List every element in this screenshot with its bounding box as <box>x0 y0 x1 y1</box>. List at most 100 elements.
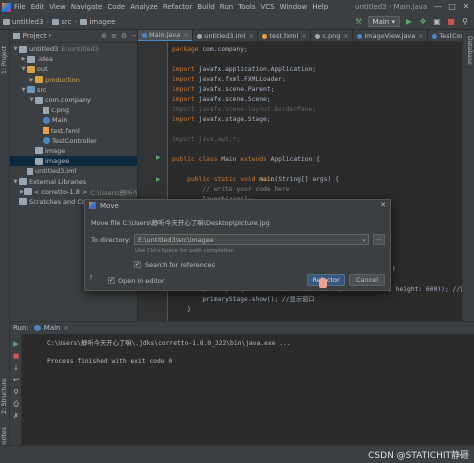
tree-item[interactable]: image <box>10 146 137 156</box>
chevron-down-icon[interactable]: ▼ <box>20 66 27 72</box>
menu-item-edit[interactable]: Edit <box>31 3 45 11</box>
menu-item-refactor[interactable]: Refactor <box>163 3 192 11</box>
scroll-to-end-icon[interactable]: ↓ <box>12 364 20 372</box>
chevron-down-icon[interactable]: ▼ <box>28 97 35 103</box>
browse-button[interactable]: … <box>373 234 385 245</box>
close-tab-icon[interactable]: × <box>248 33 253 40</box>
search-references-checkbox[interactable]: ✓ <box>134 261 141 268</box>
chevron-right-icon[interactable]: ▶ <box>28 77 35 83</box>
print-icon[interactable]: ⎙ <box>12 400 20 408</box>
menu-item-vcs[interactable]: VCS <box>260 3 274 11</box>
run-icon[interactable]: ▶ <box>404 17 414 27</box>
close-icon[interactable]: ✕ <box>380 201 386 209</box>
java-class-icon <box>33 325 41 331</box>
close-tab-icon[interactable]: × <box>343 33 348 40</box>
search-references-label[interactable]: Search for references <box>145 261 215 269</box>
project-panel-title[interactable]: Project <box>23 32 47 40</box>
chevron-down-icon[interactable]: ▼ <box>12 46 19 52</box>
tree-item[interactable]: ▶ .idea <box>10 54 137 64</box>
hide-panel-icon[interactable]: − <box>131 32 137 40</box>
chevron-down-icon[interactable]: ▼ <box>20 87 27 93</box>
open-in-editor-label[interactable]: Open in editor <box>118 277 165 285</box>
project-tool-tab[interactable]: 1: Project <box>1 34 9 74</box>
pin-icon[interactable]: ⚲ <box>12 388 20 396</box>
editor-tab[interactable]: test.fxml × <box>258 30 312 41</box>
menu-item-help[interactable]: Help <box>312 3 328 11</box>
chevron-down-icon[interactable]: ▼ <box>12 179 19 185</box>
run-class-gutter-icon[interactable]: ▶ <box>156 154 161 161</box>
breadcrumb-item[interactable]: untitled3 <box>12 18 43 26</box>
file-type-icon <box>432 33 438 39</box>
run-config-tab[interactable]: Main <box>44 324 61 332</box>
tree-item[interactable]: Main <box>10 115 137 125</box>
tree-item[interactable]: ▼ External Libraries <box>10 176 137 186</box>
tree-item[interactable]: ▶< corretto-1.8 >C:\Users\静听今天开心 <box>10 187 137 197</box>
editor-tab[interactable]: c.png × <box>311 30 354 41</box>
tree-item[interactable]: TestController <box>10 136 137 146</box>
rerun-icon[interactable]: ▶ <box>12 340 20 348</box>
maximize-icon[interactable]: □ <box>445 0 459 14</box>
tree-item-path: E:\untitled3 <box>61 45 99 54</box>
tree-item[interactable]: ▶ production <box>10 75 137 85</box>
search-icon[interactable]: ⚲ <box>460 17 470 27</box>
close-tab-icon[interactable]: × <box>183 32 188 39</box>
run-main-gutter-icon[interactable]: ▶ <box>156 176 161 183</box>
editor-tab[interactable]: Main.java × <box>138 30 194 41</box>
directory-input[interactable]: E:\untitled3\src\imagee ▾ <box>134 234 369 245</box>
build-hammer-icon[interactable]: ⚒ <box>354 17 364 27</box>
close-tab-icon[interactable]: × <box>301 33 306 40</box>
menu-item-file[interactable]: File <box>14 3 26 11</box>
gear-icon[interactable]: ⚙ <box>121 32 127 40</box>
coverage-icon[interactable]: ▣ <box>432 17 442 27</box>
chevron-right-icon[interactable]: ▶ <box>20 56 27 62</box>
code-text: import javafx.fxml.FXMLLoader; <box>172 76 286 83</box>
open-in-editor-checkbox[interactable]: ✓ <box>108 277 115 284</box>
debug-icon[interactable]: ❖ <box>418 17 428 27</box>
menu-item-window[interactable]: Window <box>280 3 308 11</box>
database-tool-tab[interactable]: Database <box>465 36 473 76</box>
chevron-down-icon[interactable]: ▾ <box>362 237 365 244</box>
breadcrumb-item[interactable]: src <box>61 18 71 26</box>
stop-icon[interactable]: ■ <box>12 352 20 360</box>
editor-tab[interactable]: ImageView.java × <box>353 30 429 41</box>
run-configuration-select[interactable]: Main ▾ <box>367 16 400 27</box>
menu-item-build[interactable]: Build <box>197 3 215 11</box>
stop-icon[interactable]: ■ <box>446 17 456 27</box>
chevron-down-icon[interactable]: ▾ <box>49 33 52 39</box>
cancel-button[interactable]: Cancel <box>349 274 385 286</box>
tree-item[interactable]: test.fxml <box>10 126 137 136</box>
minimize-icon[interactable]: — <box>431 0 445 14</box>
editor-tab[interactable]: untitled3.iml × <box>193 30 259 41</box>
close-window-icon[interactable]: ✕ <box>459 0 473 14</box>
menu-item-navigate[interactable]: Navigate <box>71 3 102 11</box>
tree-item-label: TestController <box>52 136 97 145</box>
wrap-icon[interactable]: ↩ <box>12 376 20 384</box>
code-text: import javafx.application.Application; <box>172 66 316 73</box>
tree-item[interactable]: untitled3.iml <box>10 166 137 176</box>
code-token: javafx.application.Application; <box>194 66 317 73</box>
tree-item[interactable]: ▼ src <box>10 85 137 95</box>
close-run-tab-icon[interactable]: ✕ <box>64 325 69 332</box>
structure-tool-tab[interactable]: 2: Structure <box>1 370 9 414</box>
breadcrumb-item[interactable]: imagee <box>89 18 115 26</box>
directory-label: To directory: <box>91 236 131 244</box>
collapse-all-icon[interactable]: ≡ <box>111 32 117 40</box>
tree-item[interactable]: imagee <box>10 156 137 167</box>
menu-item-view[interactable]: View <box>49 3 66 11</box>
close-tab-icon[interactable]: × <box>418 33 423 40</box>
folder-icon <box>27 55 35 63</box>
help-icon[interactable]: ? <box>89 274 97 282</box>
editor-tab[interactable]: TestControlle× <box>428 30 462 41</box>
menu-item-analyze[interactable]: Analyze <box>130 3 158 11</box>
tree-item[interactable]: ▼ com.company <box>10 95 137 105</box>
tree-item[interactable]: c.png <box>10 105 137 115</box>
tree-item[interactable]: ▼ untitled3 E:\untitled3 <box>10 44 137 54</box>
trash-icon[interactable]: ✗ <box>12 412 20 420</box>
menu-item-tools[interactable]: Tools <box>238 3 255 11</box>
menu-item-code[interactable]: Code <box>107 3 125 11</box>
locate-icon[interactable]: ⊕ <box>101 32 107 40</box>
editor-tab-label: test.fxml <box>269 32 299 40</box>
tree-item[interactable]: ▼ out <box>10 64 137 74</box>
menu-item-run[interactable]: Run <box>220 3 233 11</box>
